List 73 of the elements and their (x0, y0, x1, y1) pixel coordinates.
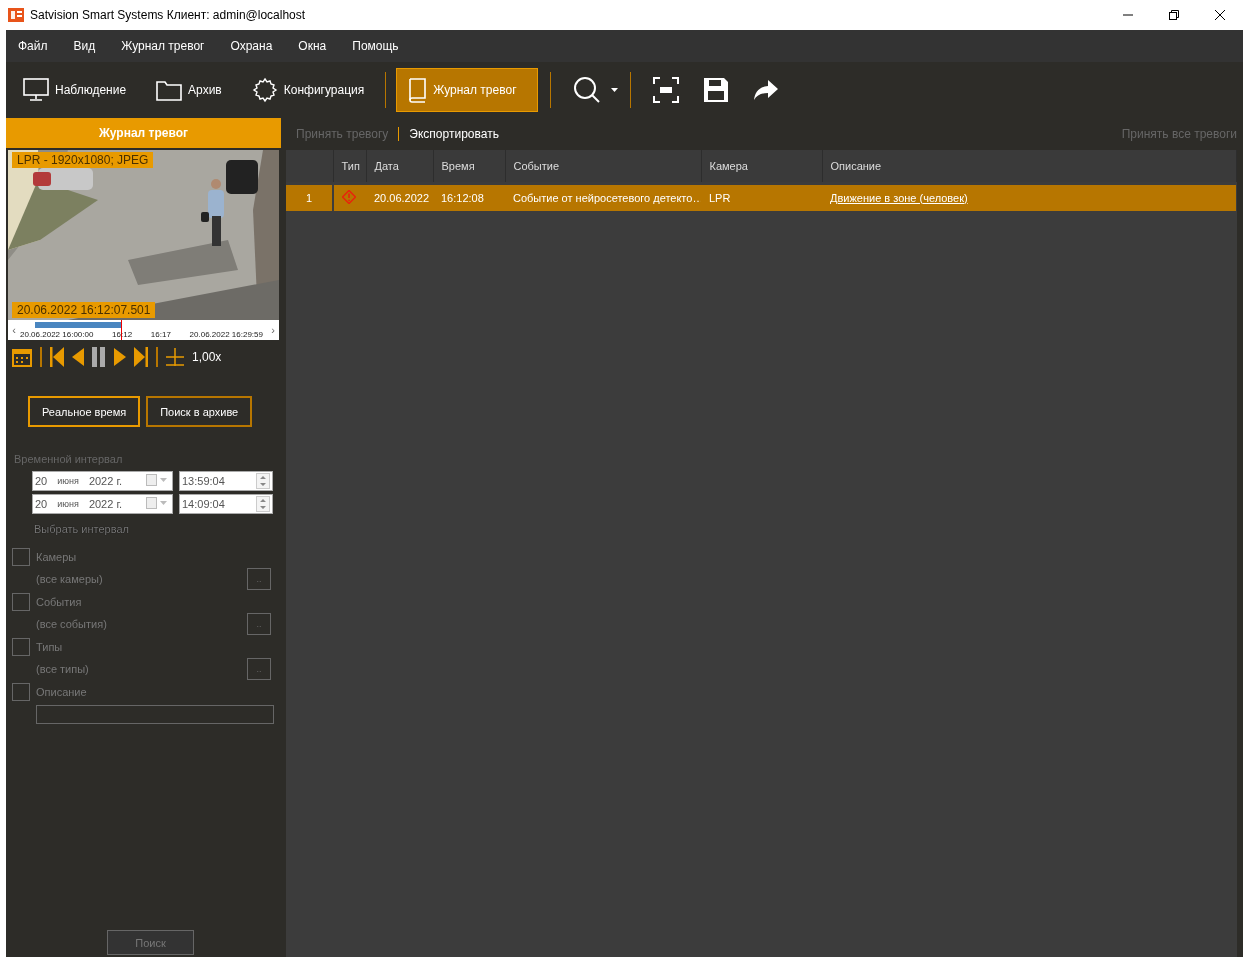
action-button[interactable]: Экспортировать (409, 127, 499, 141)
filter-value: (все камеры) (36, 573, 104, 585)
filter-label: Описание (36, 686, 88, 698)
checkbox[interactable] (12, 683, 30, 701)
spinner-icon[interactable] (256, 473, 270, 489)
monitor-icon (23, 78, 49, 102)
checkbox[interactable] (12, 593, 30, 611)
timeline-label: 16:17 (150, 330, 171, 339)
step-back-icon[interactable] (72, 348, 84, 366)
toolbar-tab[interactable]: Конфигурация (242, 68, 374, 112)
restore-icon (1169, 10, 1179, 20)
alert-diamond-icon (342, 189, 356, 204)
column-header[interactable]: Камера (701, 150, 822, 183)
app-logo-icon (8, 8, 24, 22)
column-header[interactable]: Дата (366, 150, 433, 183)
gear-icon (251, 77, 278, 103)
share-arrow-icon[interactable] (752, 79, 779, 101)
skip-end-icon[interactable] (134, 347, 148, 367)
filter-value: (все типы) (36, 663, 90, 675)
column-header[interactable]: Описание (822, 150, 1236, 183)
save-icon[interactable] (702, 77, 729, 103)
calendar-icon[interactable] (12, 347, 32, 367)
menu-item[interactable]: Помощь (352, 39, 399, 53)
panel-title: Журнал тревог (6, 118, 281, 148)
date-field[interactable]: 20 июня 2022 г. (32, 471, 173, 491)
table-cell: LPR (701, 183, 822, 211)
timeline-label: 20.06.2022 16:00:00 (20, 330, 94, 339)
dropdown-caret-icon[interactable] (610, 88, 618, 92)
spinner-icon[interactable] (256, 496, 270, 512)
search-icon[interactable] (572, 76, 601, 104)
menu-item[interactable]: Файл (18, 39, 48, 53)
scroll-right-button[interactable]: › (267, 324, 279, 336)
time-field[interactable]: 14:09:04 (179, 494, 273, 514)
filter-label: События (36, 596, 83, 608)
table-cell: Событие от нейросетевого детекто… (505, 183, 701, 211)
timeline-label: 20.06.2022 16:29:59 (189, 330, 263, 339)
filter-label: Типы (36, 641, 64, 653)
window-title: Satvision Smart Systems Клиент: admin@localhost (30, 8, 307, 22)
time-field[interactable]: 13:59:04 (179, 471, 273, 491)
play-icon[interactable] (114, 348, 126, 366)
toolbar-tab[interactable]: Архив (147, 68, 231, 112)
table-cell: 16:12:08 (433, 183, 505, 211)
description-link[interactable]: Движение в зоне (человек) (830, 191, 968, 204)
table-cell: 20.06.2022 (366, 183, 433, 211)
camera-caption: LPR - 1920x1080; JPEG (12, 152, 154, 168)
scroll-left-button[interactable]: ‹ (8, 324, 20, 336)
checkbox[interactable] (12, 548, 30, 566)
speed-slider-icon[interactable] (166, 348, 184, 366)
filter-value: (все события) (36, 618, 108, 630)
mode-button[interactable]: Поиск в архиве (146, 396, 253, 427)
column-header[interactable]: Время (433, 150, 505, 183)
menu-item[interactable]: Охрана (230, 39, 273, 53)
skip-start-icon[interactable] (50, 347, 64, 367)
section-label: Временной интервал (14, 453, 124, 465)
checkbox[interactable] (12, 638, 30, 656)
folder-icon (156, 79, 183, 101)
menu-item[interactable]: Журнал тревог (121, 39, 205, 53)
description-field[interactable] (36, 705, 274, 724)
close-icon (1215, 10, 1225, 20)
mode-button[interactable]: Реальное время (28, 396, 141, 427)
toolbar-tab[interactable]: Журнал тревог (396, 68, 538, 112)
menu-item[interactable]: Вид (73, 39, 96, 53)
row-number: 1 (286, 183, 333, 211)
date-field[interactable]: 20 июня 2022 г. (32, 494, 173, 514)
pause-icon[interactable] (92, 347, 106, 367)
menu-item[interactable]: Окна (298, 39, 327, 53)
column-header[interactable]: Событие (505, 150, 701, 183)
fullscreen-icon[interactable] (652, 77, 679, 103)
playback-speed: 1,00x (192, 350, 222, 364)
toolbar-tab[interactable]: Наблюдение (14, 68, 136, 112)
video-timestamp: 20.06.2022 16:12:07.501 (12, 302, 156, 318)
book-icon (407, 77, 428, 103)
filter-label: Камеры (36, 551, 78, 563)
